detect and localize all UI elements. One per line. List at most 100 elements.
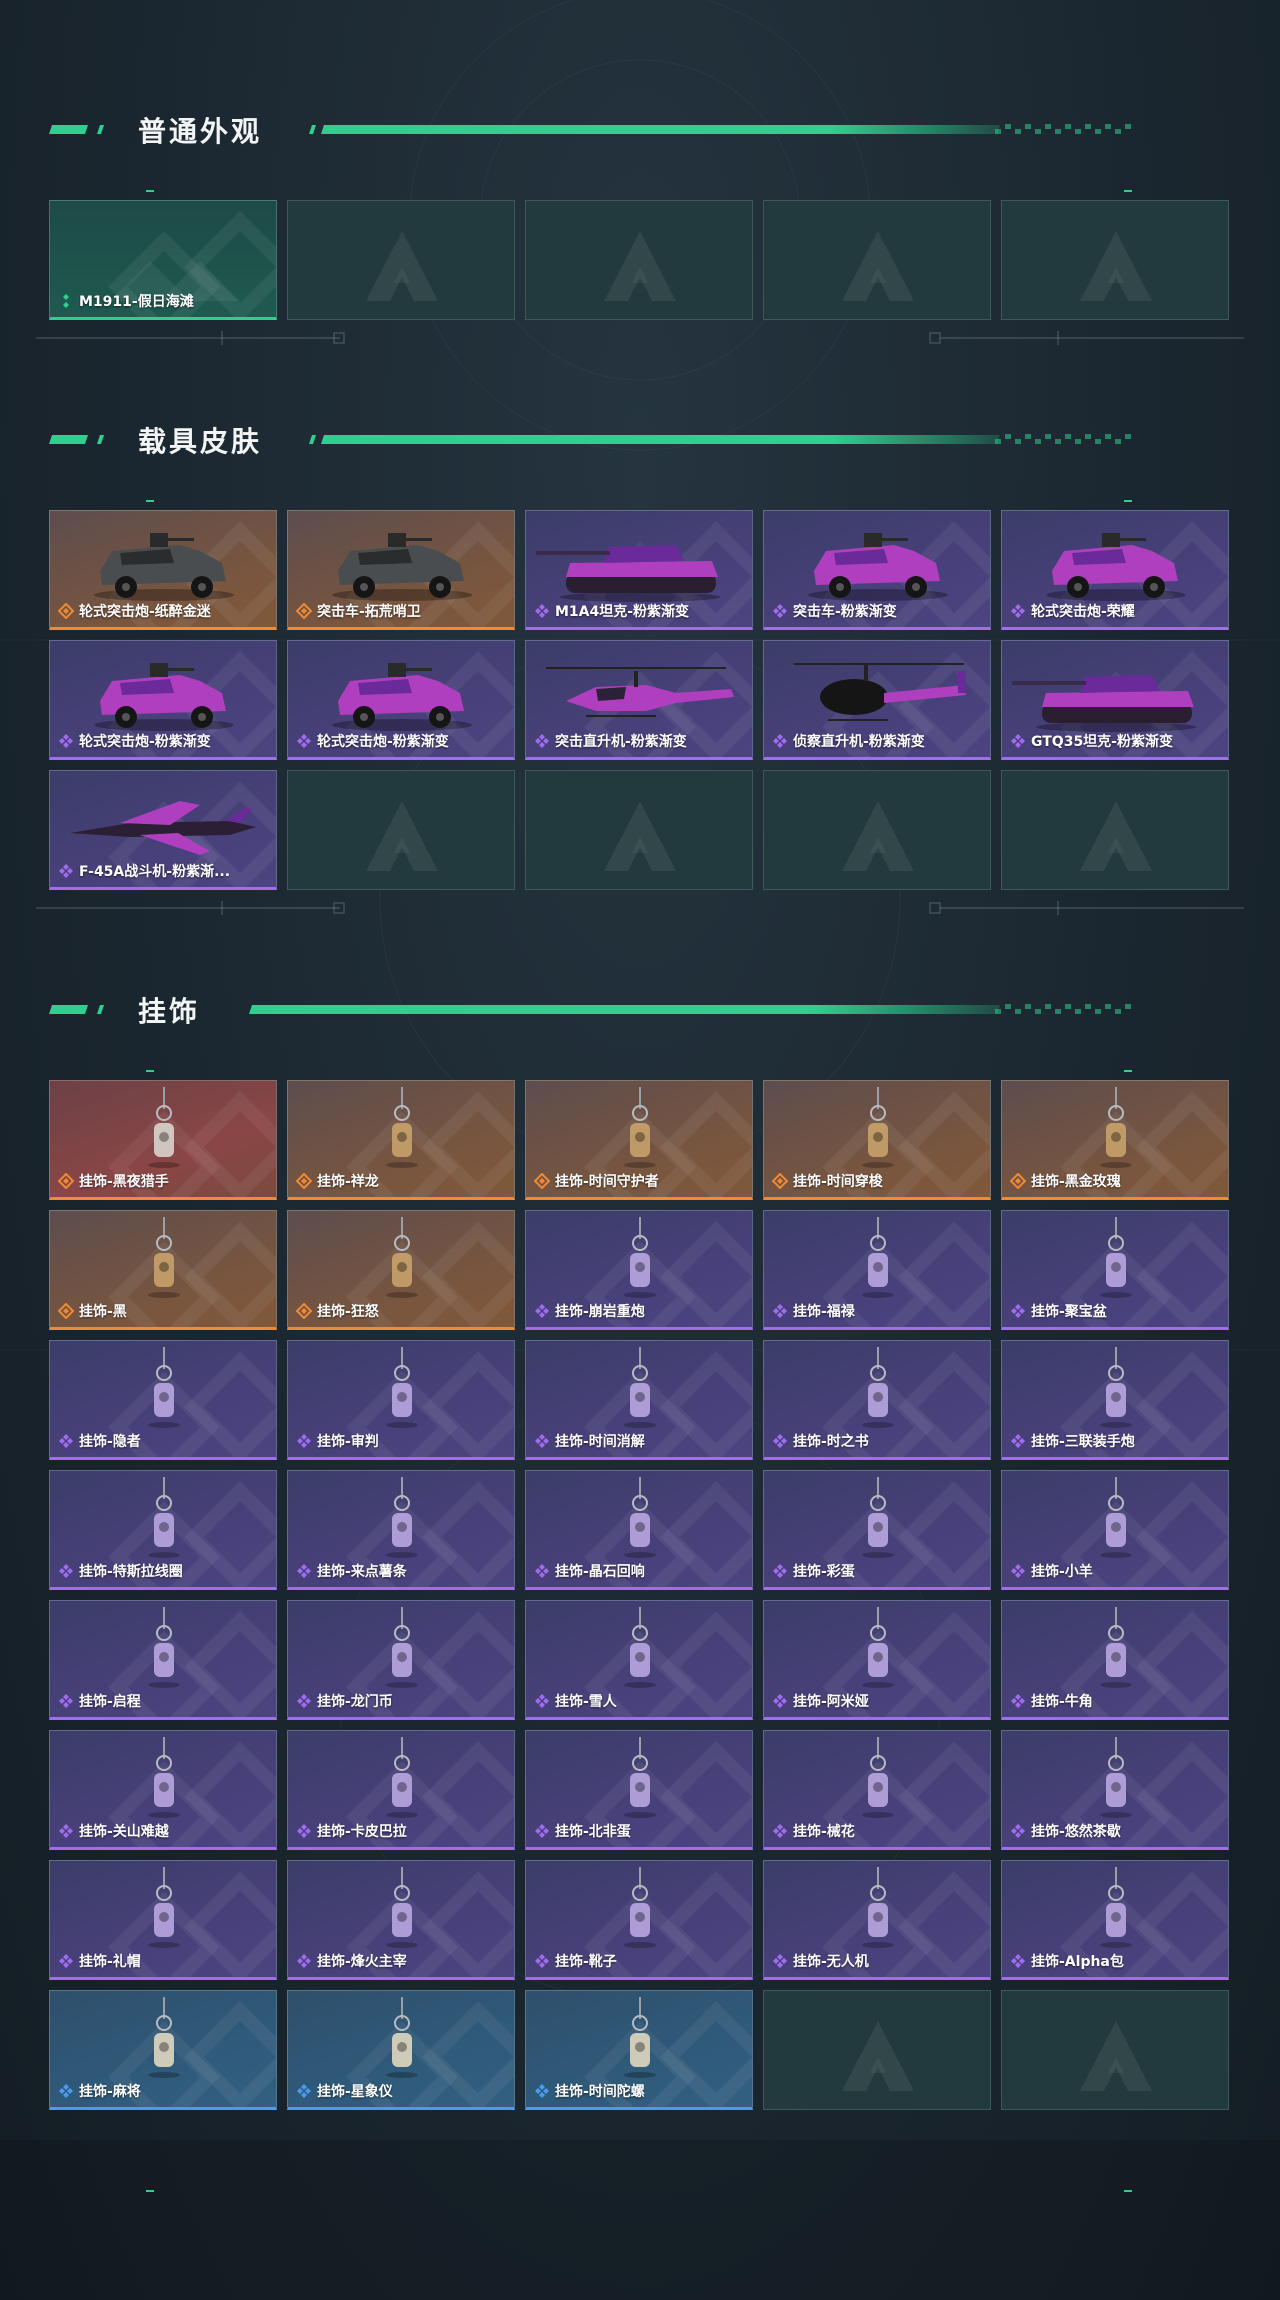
rarity-purple-icon [59, 1954, 73, 1968]
logo-watermark-icon [842, 231, 914, 301]
section-header: 挂饰 [0, 980, 1280, 1040]
item-card[interactable]: 挂饰-时之书 [763, 1340, 991, 1460]
corner-tick [1124, 190, 1132, 192]
item-card[interactable]: GTQ35坦克-粉紫渐变 [1001, 640, 1229, 760]
item-card[interactable]: 挂饰-狂怒 [287, 1210, 515, 1330]
item-card[interactable]: 轮式突击炮-粉紫渐变 [287, 640, 515, 760]
item-card[interactable]: 挂饰-晶石回响 [525, 1470, 753, 1590]
rarity-blue-icon [535, 2084, 549, 2098]
item-card[interactable]: 挂饰-阿米娅 [763, 1600, 991, 1720]
item-card[interactable]: 挂饰-来点薯条 [287, 1470, 515, 1590]
item-name: 挂饰-黑夜猎手 [79, 1174, 169, 1190]
item-card[interactable]: 挂饰-祥龙 [287, 1080, 515, 1200]
item-label-row: 挂饰-时间穿梭 [772, 1171, 986, 1191]
item-name: 挂饰-小羊 [1031, 1564, 1093, 1580]
item-name: 挂饰-雪人 [555, 1694, 617, 1710]
item-card[interactable]: 挂饰-启程 [49, 1600, 277, 1720]
item-name: 挂饰-三联装手炮 [1031, 1434, 1135, 1450]
item-name: 挂饰-烽火主宰 [317, 1954, 407, 1970]
item-card[interactable]: 轮式突击炮-纸醉金迷 [49, 510, 277, 630]
item-name: 挂饰-时间陀螺 [555, 2084, 645, 2100]
item-card[interactable]: 挂饰-时间穿梭 [763, 1080, 991, 1200]
item-name: F-45A战斗机-粉紫渐... [79, 864, 231, 880]
item-card[interactable]: 突击直升机-粉紫渐变 [525, 640, 753, 760]
item-card[interactable]: 挂饰-无人机 [763, 1860, 991, 1980]
item-card[interactable]: 轮式突击炮-荣耀 [1001, 510, 1229, 630]
charm-icon [386, 1607, 418, 1688]
item-card[interactable]: 挂饰-黑 [49, 1210, 277, 1330]
item-name: GTQ35坦克-粉紫渐变 [1031, 734, 1173, 750]
item-card[interactable]: 突击车-粉紫渐变 [763, 510, 991, 630]
item-card[interactable]: 挂饰-北非蛋 [525, 1730, 753, 1850]
item-card[interactable]: M1A4坦克-粉紫渐变 [525, 510, 753, 630]
rarity-purple-icon [297, 1694, 311, 1708]
section-header: 普通外观 [0, 100, 1280, 160]
item-card[interactable]: 挂饰-彩蛋 [763, 1470, 991, 1590]
item-card[interactable]: F-45A战斗机-粉紫渐... [49, 770, 277, 890]
item-label-row: M1911-假日海滩 [58, 291, 272, 311]
item-card[interactable]: 挂饰-烽火主宰 [287, 1860, 515, 1980]
item-name: 轮式突击炮-粉紫渐变 [317, 734, 449, 750]
item-card[interactable]: 挂饰-聚宝盆 [1001, 1210, 1229, 1330]
item-card[interactable]: 挂饰-靴子 [525, 1860, 753, 1980]
item-card[interactable]: 挂饰-三联装手炮 [1001, 1340, 1229, 1460]
item-label-row: F-45A战斗机-粉紫渐... [58, 861, 272, 881]
item-name: 挂饰-悠然茶歇 [1031, 1824, 1121, 1840]
rarity-orange-icon [296, 1173, 312, 1189]
rarity-purple-icon [773, 604, 787, 618]
item-card[interactable]: 挂饰-械花 [763, 1730, 991, 1850]
rarity-purple-icon [297, 1824, 311, 1838]
item-card[interactable]: 挂饰-小羊 [1001, 1470, 1229, 1590]
item-card[interactable]: 挂饰-悠然茶歇 [1001, 1730, 1229, 1850]
item-name: 突击车-拓荒哨卫 [317, 604, 421, 620]
rarity-blue-icon [59, 2084, 73, 2098]
armored-car-icon [1046, 533, 1186, 601]
item-card[interactable]: M1911-假日海滩 [49, 200, 277, 320]
item-card[interactable]: 挂饰-审判 [287, 1340, 515, 1460]
item-card[interactable]: 挂饰-麻将 [49, 1990, 277, 2110]
item-card[interactable]: 轮式突击炮-粉紫渐变 [49, 640, 277, 760]
section-1: 载具皮肤 [0, 410, 1280, 458]
rarity-orange-icon [58, 603, 74, 619]
logo-watermark-icon [1080, 2021, 1152, 2091]
item-card[interactable]: 挂饰-隐者 [49, 1340, 277, 1460]
item-name: 挂饰-聚宝盆 [1031, 1304, 1107, 1320]
item-card[interactable]: 挂饰-龙门币 [287, 1600, 515, 1720]
item-card[interactable]: 挂饰-崩岩重炮 [525, 1210, 753, 1330]
charm-icon [862, 1477, 894, 1558]
item-card[interactable]: 挂饰-关山难越 [49, 1730, 277, 1850]
item-name: 挂饰-审判 [317, 1434, 379, 1450]
tank-icon [536, 545, 720, 602]
charm-icon [862, 1087, 894, 1168]
item-card[interactable]: 挂饰-牛角 [1001, 1600, 1229, 1720]
item-card[interactable]: 挂饰-礼帽 [49, 1860, 277, 1980]
item-card[interactable]: 挂饰-星象仪 [287, 1990, 515, 2110]
item-label-row: 挂饰-启程 [58, 1691, 272, 1711]
rarity-purple-icon [773, 1434, 787, 1448]
item-card[interactable]: 突击车-拓荒哨卫 [287, 510, 515, 630]
rarity-purple-icon [773, 1694, 787, 1708]
item-card[interactable]: 挂饰-时间陀螺 [525, 1990, 753, 2110]
item-card[interactable]: 挂饰-黑夜猎手 [49, 1080, 277, 1200]
item-card[interactable]: 挂饰-雪人 [525, 1600, 753, 1720]
item-label-row: 挂饰-悠然茶歇 [1010, 1821, 1224, 1841]
rarity-purple-icon [297, 734, 311, 748]
charm-icon [624, 1217, 656, 1298]
logo-watermark-icon [842, 801, 914, 871]
charm-icon [1100, 1347, 1132, 1428]
item-label-row: 挂饰-时间守护者 [534, 1171, 748, 1191]
item-label-row: 轮式突击炮-荣耀 [1010, 601, 1224, 621]
item-card[interactable]: 挂饰-特斯拉线圈 [49, 1470, 277, 1590]
item-label-row: 挂饰-无人机 [772, 1951, 986, 1971]
item-card[interactable]: 挂饰-福禄 [763, 1210, 991, 1330]
item-card[interactable]: 挂饰-时间守护者 [525, 1080, 753, 1200]
item-name: 挂饰-狂怒 [317, 1304, 379, 1320]
item-label-row: 挂饰-聚宝盆 [1010, 1301, 1224, 1321]
item-name: 挂饰-黑金玫瑰 [1031, 1174, 1121, 1190]
item-card[interactable]: 挂饰-Alpha包 [1001, 1860, 1229, 1980]
charm-icon [862, 1867, 894, 1948]
item-card[interactable]: 挂饰-时间消解 [525, 1340, 753, 1460]
item-card[interactable]: 侦察直升机-粉紫渐变 [763, 640, 991, 760]
item-card[interactable]: 挂饰-卡皮巴拉 [287, 1730, 515, 1850]
item-card[interactable]: 挂饰-黑金玫瑰 [1001, 1080, 1229, 1200]
